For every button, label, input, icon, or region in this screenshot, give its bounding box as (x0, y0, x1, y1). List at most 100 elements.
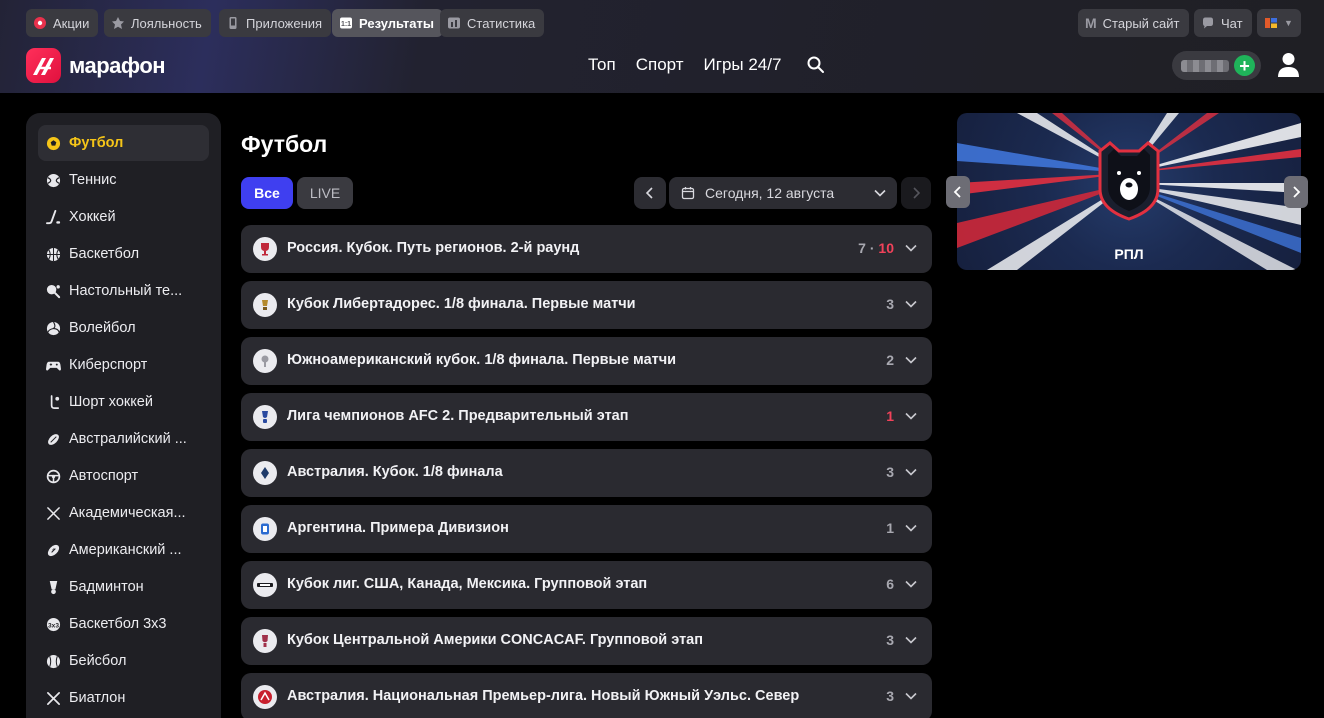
league-row[interactable]: Кубок лиг. США, Канада, Мексика. Группов… (241, 561, 932, 609)
sidebar-item-volleyball[interactable]: Волейбол (38, 310, 209, 346)
league-name: Кубок Либертадорес. 1/8 финала. Первые м… (287, 296, 636, 312)
rpl-bear-logo-icon (1098, 141, 1160, 221)
league-row[interactable]: Россия. Кубок. Путь регионов. 2-й раунд … (241, 225, 932, 273)
loyalty-icon (111, 16, 125, 30)
banner-prev-button[interactable] (946, 176, 970, 208)
sidebar-item-baseball[interactable]: Бейсбол (38, 643, 209, 679)
filter-all-button[interactable]: Все (241, 177, 293, 209)
league-name: Россия. Кубок. Путь регионов. 2-й раунд (287, 240, 580, 256)
league-row[interactable]: Кубок Либертадорес. 1/8 финала. Первые м… (241, 281, 932, 329)
league-name: Кубок лиг. США, Канада, Мексика. Группов… (287, 576, 648, 592)
league-name: Аргентина. Примера Дивизион (287, 520, 509, 536)
libertadores-icon (253, 293, 277, 317)
chevron-down-icon (905, 244, 917, 252)
sidebar-item-tennis[interactable]: Теннис (38, 162, 209, 198)
main-nav: Топ Спорт Игры 24/7 (588, 55, 781, 75)
old-site-link[interactable]: M Старый сайт (1078, 9, 1189, 37)
short-hockey-icon (50, 394, 60, 409)
site-header: Акции Лояльность Приложения 1:1 Результа… (0, 0, 1324, 93)
apps-link[interactable]: Приложения (219, 9, 332, 37)
chevron-right-icon (913, 187, 921, 199)
language-select[interactable]: ▼ (1257, 9, 1301, 37)
banner-next-button[interactable] (1284, 176, 1308, 208)
sidebar-item-aussie-football[interactable]: Австралийский ... (38, 421, 209, 457)
page-title: Футбол (241, 131, 328, 157)
league-row[interactable]: Австралия. Кубок. 1/8 финала 3 (241, 449, 932, 497)
chevron-down-icon (905, 580, 917, 588)
chevron-down-icon (905, 468, 917, 476)
afc-icon (253, 405, 277, 429)
prev-date-button[interactable] (634, 177, 666, 209)
promo-link[interactable]: Акции (26, 9, 99, 37)
chevron-down-icon (905, 524, 917, 532)
results-icon: 1:1 (339, 16, 353, 30)
sidebar-item-esports[interactable]: Киберспорт (38, 347, 209, 383)
hockey-stick-icon (46, 209, 61, 224)
steering-wheel-icon (46, 469, 61, 483)
flag-icon (1264, 16, 1278, 30)
league-row[interactable]: Лига чемпионов AFC 2. Предварительный эт… (241, 393, 932, 441)
rowing-icon (47, 506, 60, 520)
next-date-button[interactable] (901, 177, 931, 209)
chevron-down-icon: ▼ (1284, 18, 1293, 28)
chevron-down-icon (905, 300, 917, 308)
nav-top[interactable]: Топ (588, 55, 616, 75)
logo-mark-icon (26, 48, 61, 83)
match-count: 3 (886, 688, 894, 704)
league-row[interactable]: Аргентина. Примера Дивизион 1 (241, 505, 932, 553)
deposit-plus-icon[interactable]: + (1234, 55, 1255, 76)
results-link[interactable]: 1:1 Результаты (332, 9, 443, 37)
australia-cup-icon (253, 461, 277, 485)
gamepad-icon (46, 361, 61, 370)
promo-banner[interactable]: РПЛ (957, 113, 1301, 270)
league-row[interactable]: Кубок Центральной Америки CONCACAF. Груп… (241, 617, 932, 665)
user-icon[interactable] (1276, 51, 1301, 79)
sidebar-item-basketball[interactable]: Баскетбол (38, 236, 209, 272)
sidebar-item-basketball-3x3[interactable]: 3x3 Баскетбол 3x3 (38, 606, 209, 642)
sidebar-item-american-football[interactable]: Американский ... (38, 532, 209, 568)
chevron-down-icon (874, 189, 886, 197)
sports-sidebar: Футбол Теннис Хоккей Баскетбол Настольны… (26, 113, 221, 718)
loyalty-link[interactable]: Лояльность (104, 9, 211, 37)
match-count: 2 (886, 352, 894, 368)
league-row[interactable]: Австралия. Национальная Премьер-лига. Но… (241, 673, 932, 718)
league-row[interactable]: Южноамериканский кубок. 1/8 финала. Перв… (241, 337, 932, 385)
search-icon[interactable] (806, 55, 826, 75)
aussie-football-icon (48, 433, 59, 445)
balance-hidden (1181, 60, 1229, 72)
sidebar-item-short-hockey[interactable]: Шорт хоккей (38, 384, 209, 420)
league-name: Лига чемпионов AFC 2. Предварительный эт… (287, 408, 629, 424)
chat-link[interactable]: Чат (1194, 9, 1252, 37)
match-count: 7 · 10 (858, 240, 894, 256)
match-count: 3 (886, 632, 894, 648)
calendar-icon (681, 187, 695, 200)
sidebar-item-football[interactable]: Футбол (38, 125, 209, 161)
sidebar-item-badminton[interactable]: Бадминтон (38, 569, 209, 605)
date-select[interactable]: Сегодня, 12 августа (669, 177, 897, 209)
volleyball-icon (46, 321, 61, 335)
concacaf-icon (253, 629, 277, 653)
filter-live-button[interactable]: LIVE (297, 177, 353, 209)
sidebar-item-hockey[interactable]: Хоккей (38, 199, 209, 235)
sidebar-item-rowing[interactable]: Академическая... (38, 495, 209, 531)
table-tennis-icon (46, 284, 61, 298)
stats-link[interactable]: Статистика (440, 9, 545, 37)
sidebar-item-table-tennis[interactable]: Настольный те... (38, 273, 209, 309)
chevron-down-icon (905, 412, 917, 420)
chevron-left-icon (953, 186, 961, 198)
sidebar-item-motorsport[interactable]: Автоспорт (38, 458, 209, 494)
leagues-cup-icon (253, 573, 277, 597)
match-count: 1 (886, 520, 894, 536)
league-name: Кубок Центральной Америки CONCACAF. Груп… (287, 632, 703, 648)
banner-title: РПЛ (1114, 246, 1144, 262)
match-count: 3 (886, 296, 894, 312)
sidebar-item-biathlon[interactable]: Биатлон (38, 680, 209, 716)
nav-games[interactable]: Игры 24/7 (704, 55, 782, 75)
stats-icon (447, 16, 461, 30)
chevron-down-icon (905, 692, 917, 700)
nav-sport[interactable]: Спорт (636, 55, 684, 75)
brand-logo[interactable]: марафон (26, 48, 166, 83)
balance-widget[interactable]: + (1172, 51, 1261, 80)
promo-icon (33, 16, 47, 30)
brand-name: марафон (69, 52, 166, 78)
